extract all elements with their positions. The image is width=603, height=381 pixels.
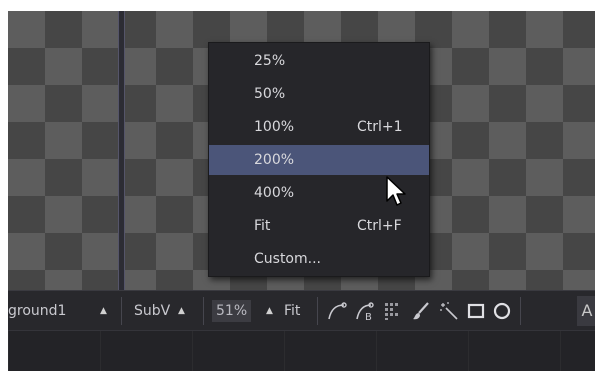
view-name-label[interactable]: ground1: [8, 300, 66, 322]
menu-item-label: 25%: [254, 53, 286, 69]
toolbar-separator: [520, 297, 521, 325]
magic-wand-icon[interactable]: [438, 300, 460, 322]
brush-icon[interactable]: [410, 300, 432, 322]
menu-item-shortcut: Ctrl+1: [357, 119, 403, 135]
menu-item-25[interactable]: 25%: [209, 46, 429, 76]
menu-item-100[interactable]: 100% Ctrl+1: [209, 112, 429, 142]
rectangle-tool-icon[interactable]: [465, 300, 487, 322]
viewer-divider[interactable]: [118, 11, 125, 290]
menu-item-label: Custom...: [254, 251, 321, 267]
mouse-cursor-icon: [385, 175, 409, 209]
toolbar-separator: [121, 297, 122, 325]
toolbar-separator: [317, 297, 318, 325]
menu-item-label: Fit: [254, 218, 271, 234]
menu-item-label: 400%: [254, 185, 295, 201]
svg-text:B: B: [365, 312, 372, 322]
menu-item-label: 50%: [254, 86, 286, 102]
menu-item-label: 200%: [254, 152, 295, 168]
view-dropdown-arrow[interactable]: ▲: [100, 300, 107, 322]
bspline-tool-icon[interactable]: B: [354, 300, 376, 323]
zoom-level-input[interactable]: 51%: [212, 300, 252, 322]
fit-button[interactable]: Fit: [284, 300, 300, 322]
menu-item-shortcut: Ctrl+F: [357, 218, 402, 234]
spline-tool-icon[interactable]: [326, 300, 348, 322]
menu-item-200[interactable]: 200%: [209, 145, 429, 175]
menu-item-label: 100%: [254, 119, 295, 135]
menu-item-custom[interactable]: Custom...: [209, 244, 429, 274]
menu-item-fit[interactable]: Fit Ctrl+F: [209, 211, 429, 241]
viewer-toolbar: ground1 ▲ SubV ▲ 51% ▲ Fit B A: [8, 290, 595, 330]
zoom-dropdown-arrow[interactable]: ▲: [266, 300, 273, 322]
zoom-dropdown-menu: 25% 50% 100% Ctrl+1 200% 400% Fit Ctrl+F…: [208, 42, 430, 277]
subview-dropdown-arrow[interactable]: ▲: [178, 300, 185, 322]
grid-icon[interactable]: [382, 300, 404, 322]
toolbar-separator: [203, 297, 204, 325]
subview-label[interactable]: SubV: [134, 300, 170, 322]
menu-item-50[interactable]: 50%: [209, 79, 429, 109]
a-button[interactable]: A: [577, 296, 595, 326]
ellipse-tool-icon[interactable]: [491, 300, 513, 322]
bottom-panel: [8, 330, 595, 371]
